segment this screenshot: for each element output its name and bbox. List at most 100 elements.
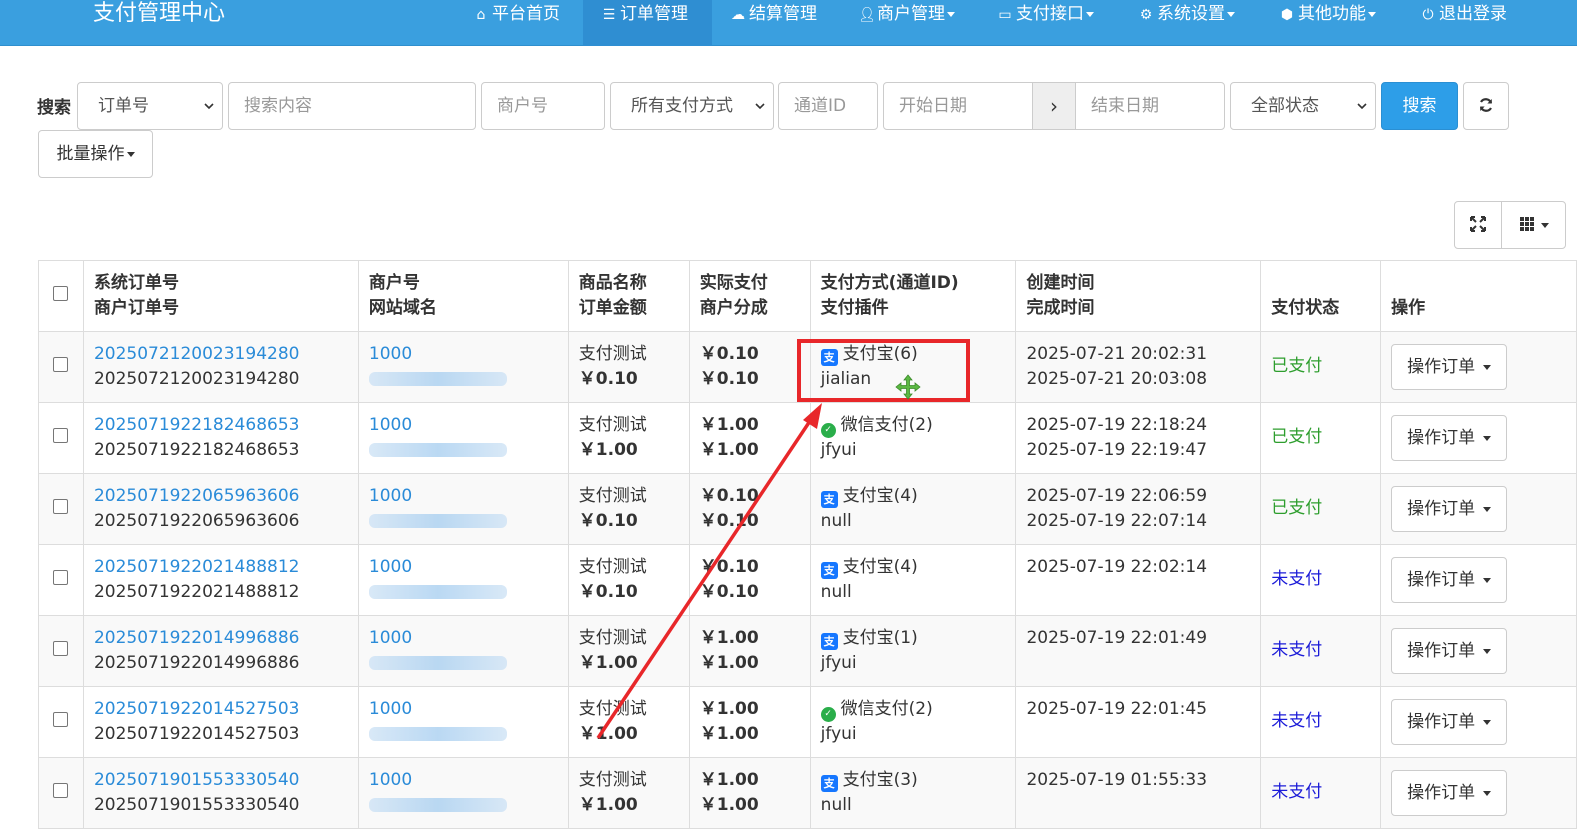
table-row: 2025071922182468653 2025071922182468653 10…: [38, 402, 1577, 474]
col-time[interactable]: 创建时间 完成时间: [1015, 260, 1262, 332]
pay-type-cell: 支支付宝(3) null: [809, 757, 1017, 829]
order-action-button[interactable]: 操作订单: [1391, 699, 1507, 745]
merchant-cell: 1000: [357, 757, 569, 829]
col-pay-type[interactable]: 支付方式(通道ID) 支付插件: [809, 260, 1017, 332]
order-action-button[interactable]: 操作订单: [1391, 557, 1507, 603]
merchant-order-no: 2025071922014527503: [93, 724, 300, 744]
status-cell: 已支付: [1260, 331, 1382, 403]
row-checkbox[interactable]: [53, 711, 69, 727]
row-select-cell: [38, 402, 84, 474]
sys-order-link[interactable]: 2025071922014996886: [94, 626, 348, 651]
order-action-button[interactable]: 操作订单: [1391, 770, 1507, 816]
nav-orders[interactable]: ☰ 订单管理: [583, 0, 712, 46]
time-cell: 2025-07-19 22:02:14: [1015, 544, 1262, 616]
nav-payment-interface[interactable]: ▭ 支付接口: [997, 0, 1094, 46]
action-cell: 操作订单: [1380, 615, 1577, 687]
merchant-id-link[interactable]: 1000: [369, 626, 558, 651]
sys-order-link[interactable]: 2025071922014527503: [94, 697, 348, 722]
chevron-down-icon: [1482, 577, 1491, 583]
merchant-cell: 1000: [357, 615, 569, 687]
nav-merchants[interactable]: 👤︎商户管理: [858, 0, 955, 46]
merchant-id-link[interactable]: 1000: [369, 342, 558, 367]
sys-order-link[interactable]: 2025072120023194280: [94, 342, 348, 367]
nav-settlement[interactable]: ☁ 结算管理: [730, 0, 817, 46]
merchant-share: ￥0.10: [699, 369, 759, 389]
redacted-domain: [368, 443, 507, 457]
action-cell: 操作订单: [1380, 757, 1577, 829]
row-select-cell: [38, 473, 84, 545]
brand-title[interactable]: 支付管理中心: [93, 0, 225, 30]
merchant-order-no: 2025071922182468653: [93, 440, 300, 460]
chevron-down-icon: [1482, 364, 1491, 370]
order-action-button[interactable]: 操作订单: [1391, 486, 1507, 532]
merchant-cell: 1000: [357, 402, 569, 474]
row-checkbox[interactable]: [53, 569, 69, 585]
chevron-down-icon: [1086, 11, 1094, 17]
product-cell: 支付测试 ￥0.10: [567, 331, 690, 403]
status-badge: 未支付: [1271, 711, 1323, 732]
row-checkbox[interactable]: [53, 498, 69, 514]
chevron-down-icon: [947, 11, 955, 17]
order-action-button[interactable]: 操作订单: [1391, 415, 1507, 461]
paid-cell: ￥1.00 ￥1.00: [688, 402, 811, 474]
row-checkbox[interactable]: [53, 782, 69, 798]
credit-card-icon: ▭: [998, 7, 1012, 23]
col-status[interactable]: 支付状态: [1260, 260, 1382, 332]
col-product[interactable]: 商品名称 订单金额: [567, 260, 690, 332]
chevron-down-icon: [1482, 719, 1491, 725]
action-cell: 操作订单: [1380, 473, 1577, 545]
sys-order-link[interactable]: 2025071901553330540: [94, 768, 348, 793]
table-row: 2025071922021488812 2025071922021488812 10…: [38, 544, 1577, 616]
sys-order-link[interactable]: 2025071922021488812: [94, 555, 348, 580]
channel-id-input[interactable]: 通道ID: [778, 82, 878, 130]
status-badge: 已支付: [1271, 356, 1323, 377]
columns-button[interactable]: [1501, 201, 1566, 249]
status-badge: 未支付: [1271, 569, 1323, 590]
search-keyword-input[interactable]: 搜索内容: [228, 82, 476, 130]
row-checkbox[interactable]: [53, 356, 69, 372]
sys-order-link[interactable]: 2025071922182468653: [94, 413, 348, 438]
nav-logout[interactable]: ⏻ 退出登录: [1420, 0, 1507, 46]
pay-type-cell: 支支付宝(4) null: [809, 473, 1017, 545]
chevron-down-icon: [204, 103, 214, 110]
order-no-cell: 2025071901553330540 2025071901553330540: [82, 757, 359, 829]
merchant-order-no: 2025071901553330540: [93, 795, 300, 815]
start-date-input[interactable]: 开始日期: [883, 82, 1033, 130]
nav-system-settings[interactable]: ⚙ 系统设置: [1138, 0, 1235, 46]
created-time: 2025-07-19 22:01:49: [1026, 628, 1208, 648]
nav-other[interactable]: ⬢ 其他功能: [1279, 0, 1376, 46]
merchant-id-link[interactable]: 1000: [369, 768, 558, 793]
sys-order-link[interactable]: 2025071922065963606: [94, 484, 348, 509]
merchant-share: ￥1.00: [699, 795, 759, 815]
end-date-input[interactable]: 结束日期: [1075, 82, 1225, 130]
merchant-id-link[interactable]: 1000: [369, 484, 558, 509]
status-select[interactable]: 全部状态: [1230, 82, 1376, 130]
col-paid[interactable]: 实际支付 商户分成: [688, 260, 811, 332]
order-action-button[interactable]: 操作订单: [1391, 628, 1507, 674]
col-merchant[interactable]: 商户号 网站域名: [357, 260, 569, 332]
refresh-button[interactable]: [1463, 82, 1509, 130]
pay-type: 支支付宝(1): [820, 626, 1006, 651]
search-button[interactable]: 搜索: [1381, 82, 1458, 130]
row-checkbox[interactable]: [53, 640, 69, 656]
nav-home[interactable]: ⌂ 平台首页: [473, 0, 560, 46]
chevron-down-icon: [1368, 11, 1376, 17]
actual-paid: ￥1.00: [699, 415, 759, 435]
row-checkbox[interactable]: [53, 427, 69, 443]
redacted-domain: [368, 514, 507, 528]
batch-actions-button[interactable]: 批量操作: [38, 130, 153, 178]
domain-blurred: [368, 580, 558, 605]
search-type-select[interactable]: 订单号: [77, 82, 223, 130]
col-order-no[interactable]: 系统订单号 商户订单号: [82, 260, 359, 332]
order-action-button[interactable]: 操作订单: [1391, 344, 1507, 390]
status-cell: 未支付: [1260, 686, 1382, 758]
pay-type-select[interactable]: 所有支付方式: [610, 82, 774, 130]
merchant-id-link[interactable]: 1000: [369, 413, 558, 438]
merchant-id-input[interactable]: 商户号: [481, 82, 605, 130]
fullscreen-button[interactable]: [1454, 201, 1502, 249]
merchant-id-link[interactable]: 1000: [369, 555, 558, 580]
power-icon: ⏻: [1422, 7, 1434, 23]
select-all-checkbox[interactable]: [53, 285, 69, 301]
merchant-id-link[interactable]: 1000: [369, 697, 558, 722]
actual-paid: ￥0.10: [699, 486, 759, 506]
